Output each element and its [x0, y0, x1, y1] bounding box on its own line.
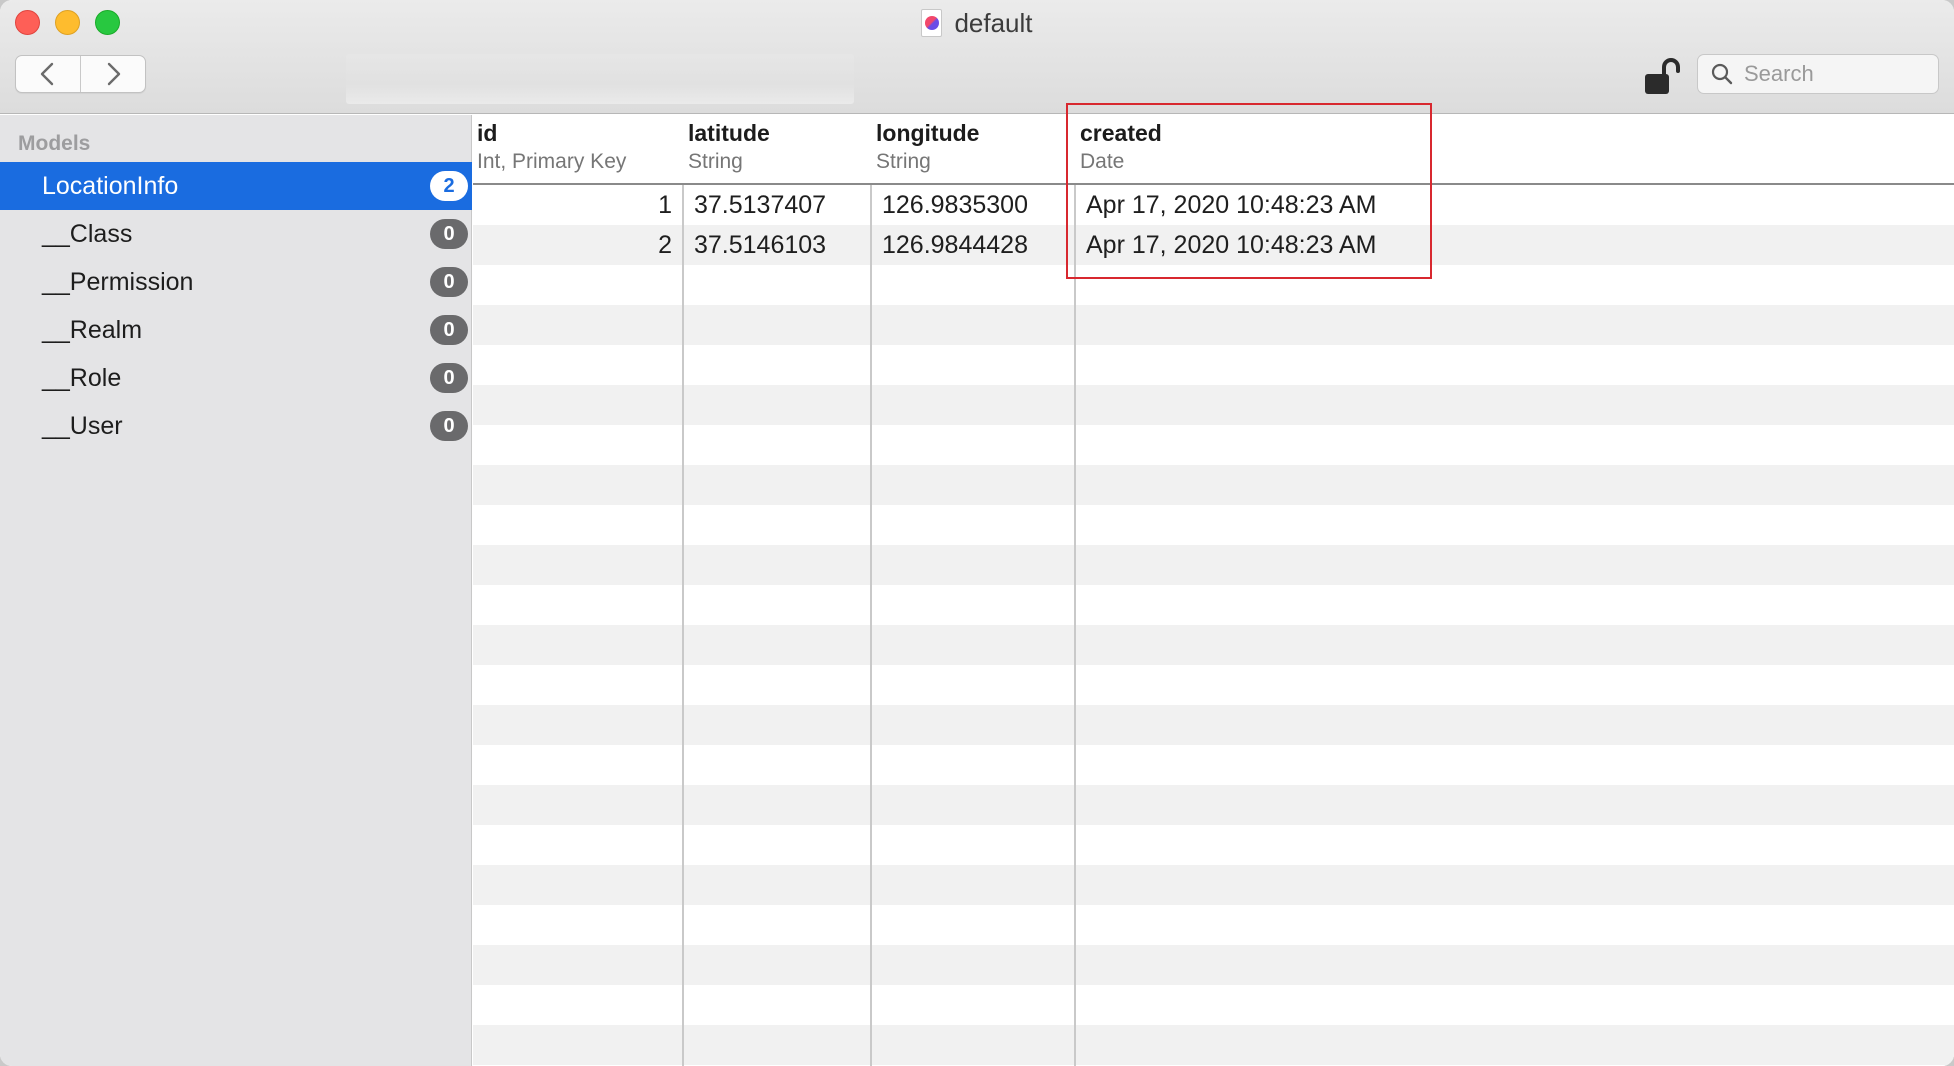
- table-header: id Int, Primary Key latitude String long…: [473, 115, 1954, 185]
- sidebar-item-locationinfo[interactable]: LocationInfo 2: [0, 162, 472, 210]
- app-window: default Search Models LocationInfo 2 __C…: [0, 0, 1954, 1066]
- model-label: __Class: [42, 219, 133, 248]
- forward-button[interactable]: [80, 56, 145, 92]
- search-icon: [1711, 63, 1733, 85]
- column-name: id: [477, 120, 498, 146]
- column-type: String: [876, 150, 931, 173]
- window-title: default: [954, 7, 1033, 38]
- path-bar: [346, 54, 854, 104]
- table-row[interactable]: 2 37.5146103 126.9844428 Apr 17, 2020 10…: [473, 225, 1954, 265]
- model-label: LocationInfo: [42, 171, 179, 200]
- column-header-longitude[interactable]: longitude String: [876, 115, 1071, 183]
- column-type: Date: [1080, 150, 1125, 173]
- column-header-id[interactable]: id Int, Primary Key: [477, 115, 677, 183]
- cell-latitude[interactable]: 37.5146103: [694, 225, 864, 265]
- count-badge: 0: [430, 315, 468, 345]
- realm-file-icon: [921, 9, 943, 37]
- column-type: String: [688, 150, 743, 173]
- sidebar-item-role[interactable]: __Role 0: [0, 354, 472, 402]
- count-badge: 2: [430, 171, 468, 201]
- count-badge: 0: [430, 411, 468, 441]
- table-row-stripes: [473, 185, 1954, 1066]
- cell-latitude[interactable]: 37.5137407: [694, 185, 864, 225]
- count-badge: 0: [430, 363, 468, 393]
- column-divider[interactable]: [870, 185, 872, 1066]
- records-table: id Int, Primary Key latitude String long…: [473, 115, 1954, 1066]
- model-list: LocationInfo 2 __Class 0 __Permission 0 …: [0, 162, 472, 450]
- navigation-buttons: [15, 55, 146, 93]
- model-label: __User: [42, 411, 123, 440]
- column-type: Int, Primary Key: [477, 150, 627, 173]
- column-divider[interactable]: [1074, 185, 1076, 1066]
- sidebar-item-user[interactable]: __User 0: [0, 402, 472, 450]
- sidebar-item-class[interactable]: __Class 0: [0, 210, 472, 258]
- unlocked-lock-icon[interactable]: [1642, 58, 1682, 96]
- cell-longitude[interactable]: 126.9835300: [882, 185, 1067, 225]
- column-name: created: [1080, 120, 1162, 146]
- cell-id[interactable]: 1: [473, 185, 672, 225]
- cell-id[interactable]: 2: [473, 225, 672, 265]
- window-title-area: default: [0, 6, 1954, 40]
- cell-longitude[interactable]: 126.9844428: [882, 225, 1067, 265]
- column-header-latitude[interactable]: latitude String: [688, 115, 868, 183]
- back-button[interactable]: [16, 56, 80, 92]
- sidebar-item-permission[interactable]: __Permission 0: [0, 258, 472, 306]
- chevron-left-icon: [40, 62, 54, 86]
- table-body: 1 37.5137407 126.9835300 Apr 17, 2020 10…: [473, 185, 1954, 265]
- column-header-created[interactable]: created Date: [1080, 115, 1380, 183]
- titlebar: default: [0, 0, 1954, 114]
- count-badge: 0: [430, 219, 468, 249]
- column-divider[interactable]: [682, 185, 684, 1066]
- cell-created[interactable]: Apr 17, 2020 10:48:23 AM: [1086, 225, 1426, 265]
- sidebar-heading: Models: [18, 132, 91, 155]
- table-row[interactable]: 1 37.5137407 126.9835300 Apr 17, 2020 10…: [473, 185, 1954, 225]
- model-label: __Permission: [42, 267, 194, 296]
- model-label: __Realm: [42, 315, 143, 344]
- models-sidebar: Models LocationInfo 2 __Class 0 __Permis…: [0, 115, 472, 1066]
- column-name: latitude: [688, 120, 770, 146]
- sidebar-item-realm[interactable]: __Realm 0: [0, 306, 472, 354]
- search-field[interactable]: [1697, 54, 1939, 94]
- column-name: longitude: [876, 120, 980, 146]
- chevron-right-icon: [107, 62, 121, 86]
- search-input[interactable]: [1744, 61, 1934, 87]
- count-badge: 0: [430, 267, 468, 297]
- cell-created[interactable]: Apr 17, 2020 10:48:23 AM: [1086, 185, 1426, 225]
- model-label: __Role: [42, 363, 122, 392]
